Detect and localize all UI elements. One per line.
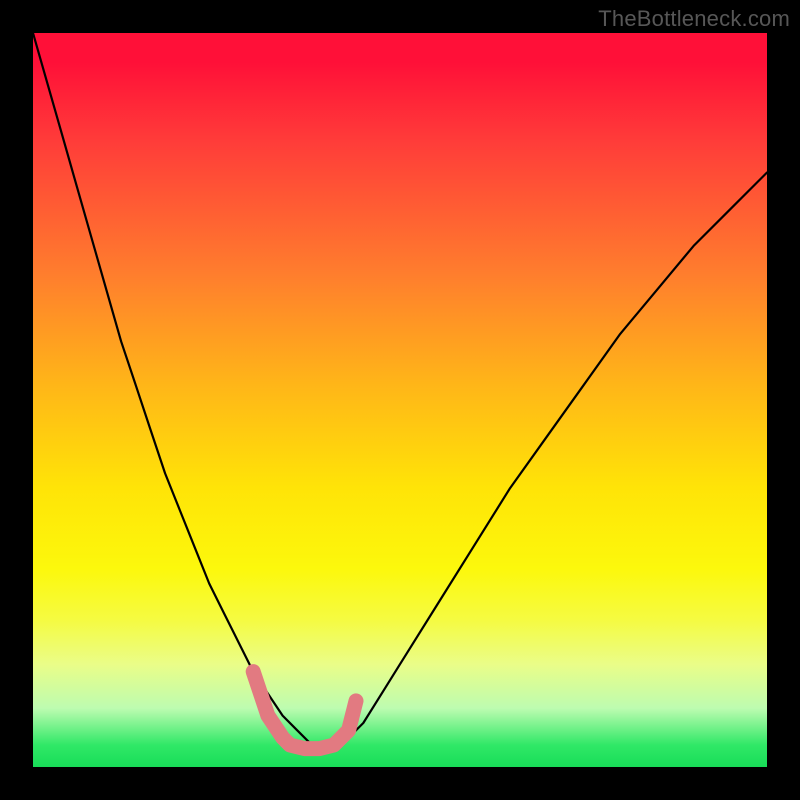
curve-svg xyxy=(33,33,767,767)
watermark-text: TheBottleneck.com xyxy=(598,6,790,32)
bottleneck-curve xyxy=(33,33,767,752)
plot-area xyxy=(33,33,767,767)
chart-frame: TheBottleneck.com xyxy=(0,0,800,800)
